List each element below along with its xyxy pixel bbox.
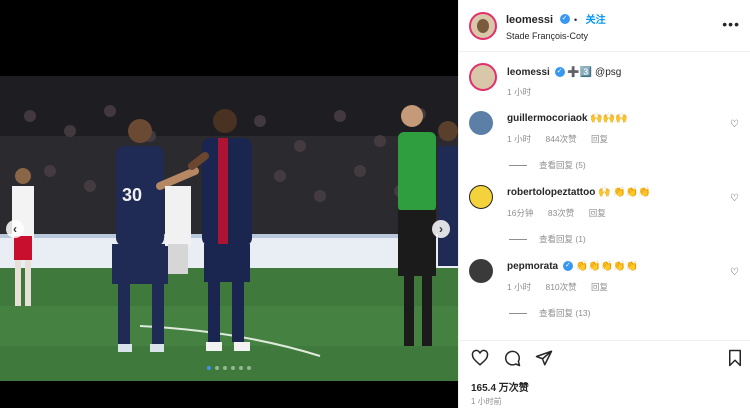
post-timestamp: 1 小时前 <box>471 397 502 406</box>
replies-divider <box>509 238 527 240</box>
commenter-avatar[interactable] <box>469 185 493 209</box>
comment-text: 👏👏👏👏👏 <box>575 261 638 272</box>
post-media: 30 ‹ › <box>0 0 458 408</box>
verified-badge-icon: ✓ <box>554 67 565 78</box>
caption-author-avatar[interactable] <box>469 63 497 91</box>
comment-like-heart-icon[interactable]: ♡ <box>730 267 739 278</box>
carousel-dot <box>215 366 219 370</box>
caption-time: 1 小时 <box>507 87 532 97</box>
comment-icon[interactable] <box>503 349 521 367</box>
follow-button[interactable]: 关注 <box>586 15 606 26</box>
commenter-avatar[interactable] <box>469 259 493 283</box>
comment-like-heart-icon[interactable]: ♡ <box>730 193 739 204</box>
commenter-username[interactable]: guillermocoriaok <box>507 113 588 124</box>
view-replies-button[interactable]: 查看回复 (1) <box>509 233 586 245</box>
author-username[interactable]: leomessi <box>506 14 553 26</box>
comment-like-heart-icon[interactable]: ♡ <box>730 119 739 130</box>
caption-username[interactable]: leomessi <box>507 67 550 78</box>
comment-text: 🙌🙌🙌 <box>590 113 628 124</box>
post-location[interactable]: Stade François-Coty <box>506 31 606 41</box>
post-actions-bar: 165.4 万次赞 1 小时前 <box>459 340 750 408</box>
verified-badge-icon: ✓ <box>562 261 573 272</box>
carousel-dot <box>239 366 243 370</box>
post-header: leomessi ✓ • 关注 Stade François-Coty ••• <box>459 0 750 52</box>
view-replies-button[interactable]: 查看回复 (5) <box>509 159 586 171</box>
carousel-dot <box>223 366 227 370</box>
commenter-avatar[interactable] <box>469 111 493 135</box>
verified-badge-icon: ✓ <box>559 13 570 24</box>
separator-dot: • <box>574 15 578 25</box>
reply-button[interactable]: 回复 <box>591 282 608 292</box>
reply-button[interactable]: 回复 <box>591 134 608 144</box>
post-photo[interactable]: 30 <box>0 76 458 381</box>
previous-photo-button[interactable]: ‹ <box>6 220 24 238</box>
reply-button[interactable]: 回复 <box>589 208 606 218</box>
post-side-panel: leomessi ✓ • 关注 Stade François-Coty ••• … <box>458 0 750 408</box>
commenter-username[interactable]: robertolopeztattoo <box>507 187 595 198</box>
post-likes-count[interactable]: 165.4 万次赞 <box>471 379 529 394</box>
view-replies-label: 查看回复 (1) <box>539 234 586 244</box>
comment-time: 1 小时 <box>507 282 532 292</box>
football-photo-illustration: 30 <box>0 76 458 381</box>
chevron-right-icon: › <box>439 222 443 236</box>
paper-plane-icon[interactable] <box>535 349 553 367</box>
view-replies-label: 查看回复 (13) <box>539 308 591 318</box>
carousel-dot <box>207 366 211 370</box>
carousel-indicator <box>0 366 458 370</box>
chevron-left-icon: ‹ <box>13 222 17 236</box>
replies-divider <box>509 312 527 314</box>
comment-text: 🙌 👏👏👏 <box>598 187 651 198</box>
comment-likes[interactable]: 810次赞 <box>545 282 576 292</box>
commenter-username[interactable]: pepmorata <box>507 261 558 272</box>
comment-time: 1 小时 <box>507 134 532 144</box>
heart-icon[interactable] <box>471 349 489 367</box>
bookmark-icon[interactable] <box>727 349 743 367</box>
more-options-icon[interactable]: ••• <box>722 16 740 32</box>
view-replies-button[interactable]: 查看回复 (13) <box>509 307 590 319</box>
next-photo-button[interactable]: › <box>432 220 450 238</box>
replies-divider <box>509 164 527 166</box>
comments-section: leomessi ✓ ➕3️⃣ @psg 1 小时 guillermocoria… <box>459 53 750 340</box>
caption-text: ➕3️⃣ @psg <box>567 67 622 78</box>
carousel-dot <box>247 366 251 370</box>
comment-likes[interactable]: 83次赞 <box>548 208 574 218</box>
view-replies-label: 查看回复 (5) <box>539 160 586 170</box>
author-avatar[interactable] <box>469 11 497 40</box>
comment-likes[interactable]: 844次赞 <box>545 134 576 144</box>
carousel-dot <box>231 366 235 370</box>
svg-text:30: 30 <box>122 185 142 205</box>
comment-time: 16分钟 <box>507 208 534 218</box>
